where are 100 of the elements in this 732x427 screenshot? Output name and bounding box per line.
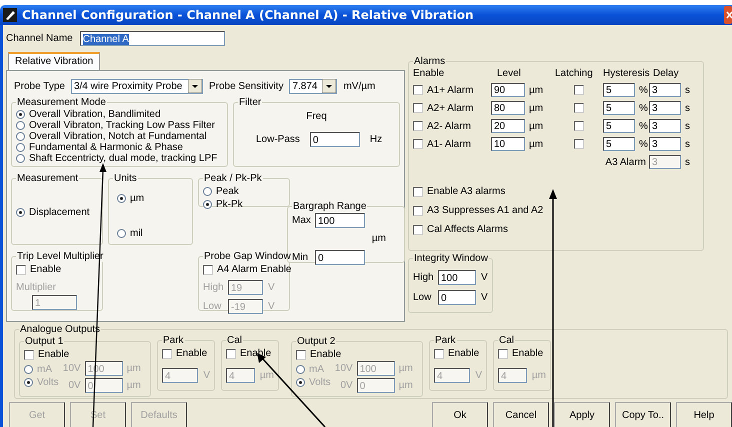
text-field[interactable]: 5 xyxy=(603,101,635,115)
checkbox[interactable] xyxy=(574,103,584,113)
radio-button[interactable] xyxy=(296,378,305,387)
radio-button[interactable] xyxy=(203,200,212,209)
checkbox[interactable] xyxy=(413,103,423,113)
radio-button[interactable] xyxy=(16,110,25,119)
checkbox[interactable] xyxy=(413,186,423,196)
field-label: 10V xyxy=(62,363,81,374)
close-icon[interactable] xyxy=(724,6,732,24)
radio-button[interactable] xyxy=(296,365,305,374)
radio-button[interactable] xyxy=(16,143,25,152)
column-header: Freq xyxy=(306,111,327,122)
text-field[interactable]: 80 xyxy=(491,101,525,115)
caret-icon xyxy=(188,79,202,93)
checkbox[interactable] xyxy=(162,348,172,358)
field-label: Min xyxy=(292,252,310,263)
checkbox[interactable] xyxy=(498,348,508,358)
unit-label: µm xyxy=(126,363,141,374)
checkbox-label: A1+ Alarm xyxy=(427,84,474,96)
checkbox-label: Enable A3 alarms xyxy=(427,186,506,197)
group-label: Bargraph Range xyxy=(292,201,368,212)
radio-button[interactable] xyxy=(16,121,25,130)
probe-sensitivity-dropdown[interactable]: 7.874 xyxy=(289,78,338,94)
radio-label: Displacement xyxy=(29,207,90,218)
unit-label: µm xyxy=(528,102,544,114)
checkbox-label: Enable xyxy=(310,349,342,360)
text-field[interactable]: 3 xyxy=(649,137,681,151)
checkbox[interactable] xyxy=(413,206,423,216)
checkbox[interactable] xyxy=(203,264,213,274)
radio-button[interactable] xyxy=(24,378,33,387)
text-field[interactable]: 0 xyxy=(438,290,476,305)
text-field[interactable]: 100 xyxy=(438,270,476,285)
checkbox[interactable] xyxy=(574,121,584,131)
checkbox-label: Enable xyxy=(448,348,480,359)
unit-label: µm xyxy=(398,380,413,391)
checkbox-label: A1- Alarm xyxy=(427,138,471,150)
column-header: Enable xyxy=(413,68,446,79)
text-field[interactable]: 100 xyxy=(315,213,365,228)
radio-button[interactable] xyxy=(16,208,25,217)
radio-button[interactable] xyxy=(16,132,25,141)
checkbox[interactable] xyxy=(574,85,584,95)
caret-icon xyxy=(322,79,336,93)
button[interactable]: Ok xyxy=(432,402,488,427)
checkbox[interactable] xyxy=(434,348,444,358)
text-field[interactable]: 20 xyxy=(491,119,525,133)
checkbox[interactable] xyxy=(226,348,236,358)
channel-name-field[interactable]: Channel A xyxy=(80,30,225,46)
checkbox[interactable] xyxy=(413,139,423,149)
text-field[interactable]: 3 xyxy=(649,119,681,133)
text-field[interactable]: 90 xyxy=(491,83,525,97)
text-field[interactable]: 10 xyxy=(491,137,525,151)
text-field[interactable]: 0 xyxy=(315,250,365,265)
radio-label: Peak xyxy=(216,186,239,197)
button[interactable]: Copy To.. xyxy=(615,402,671,427)
probe-type-dropdown[interactable]: 3/4 wire Proximity Probe xyxy=(70,78,203,94)
unit-label: µm xyxy=(372,233,386,244)
tab[interactable]: Relative Vibration xyxy=(8,52,100,70)
group-label: Cal xyxy=(226,335,244,346)
field-label: High xyxy=(413,272,433,283)
checkbox[interactable] xyxy=(574,139,584,149)
unit-label: V xyxy=(268,282,275,293)
checkbox-label: Enable xyxy=(176,348,208,359)
text-field[interactable]: 5 xyxy=(603,119,635,133)
checkbox-label: A2- Alarm xyxy=(427,120,471,132)
radio-button[interactable] xyxy=(117,229,126,238)
radio-button[interactable] xyxy=(117,194,126,203)
unit-label: s xyxy=(684,120,691,132)
radio-label: Fundamental & Harmonic & Phase xyxy=(29,142,183,153)
checkbox[interactable] xyxy=(413,224,423,234)
radio-label: Volts xyxy=(309,377,331,388)
group-label: Park xyxy=(434,335,457,346)
radio-button[interactable] xyxy=(24,365,33,374)
button[interactable]: Apply xyxy=(554,402,610,427)
unit-label: s xyxy=(684,156,691,168)
group-label: Measurement xyxy=(16,173,80,184)
text-field[interactable]: 5 xyxy=(603,83,635,97)
checkbox[interactable] xyxy=(413,85,423,95)
radio-label: Shaft Eccentricty, dual mode, tracking LPF xyxy=(29,153,218,164)
checkbox[interactable] xyxy=(413,121,423,131)
unit-label: mV/µm xyxy=(343,80,376,92)
checkbox[interactable] xyxy=(16,264,26,274)
button[interactable]: Help xyxy=(676,402,732,427)
group-label: Peak / Pk-Pk xyxy=(203,173,263,184)
radio-label: mA xyxy=(309,364,324,375)
radio-label: Volts xyxy=(37,377,59,388)
field-label: Low xyxy=(203,301,222,312)
text-field[interactable]: 3 xyxy=(649,83,681,97)
text-field[interactable]: 3 xyxy=(649,101,681,115)
unit-label: % xyxy=(638,138,649,150)
text-field[interactable]: 5 xyxy=(603,137,635,151)
radio-button[interactable] xyxy=(16,154,25,163)
radio-label: Overall Vibraton, Tracking Low Pass Filter xyxy=(29,120,216,131)
text-field[interactable]: 0 xyxy=(310,132,360,147)
field-label: A3 Alarm xyxy=(604,156,647,168)
button[interactable]: Cancel xyxy=(493,402,549,427)
radio-label: µm xyxy=(130,193,144,204)
checkbox[interactable] xyxy=(296,350,306,360)
field-label: Multiplier xyxy=(16,282,56,293)
checkbox[interactable] xyxy=(24,350,34,360)
radio-button[interactable] xyxy=(203,187,212,196)
